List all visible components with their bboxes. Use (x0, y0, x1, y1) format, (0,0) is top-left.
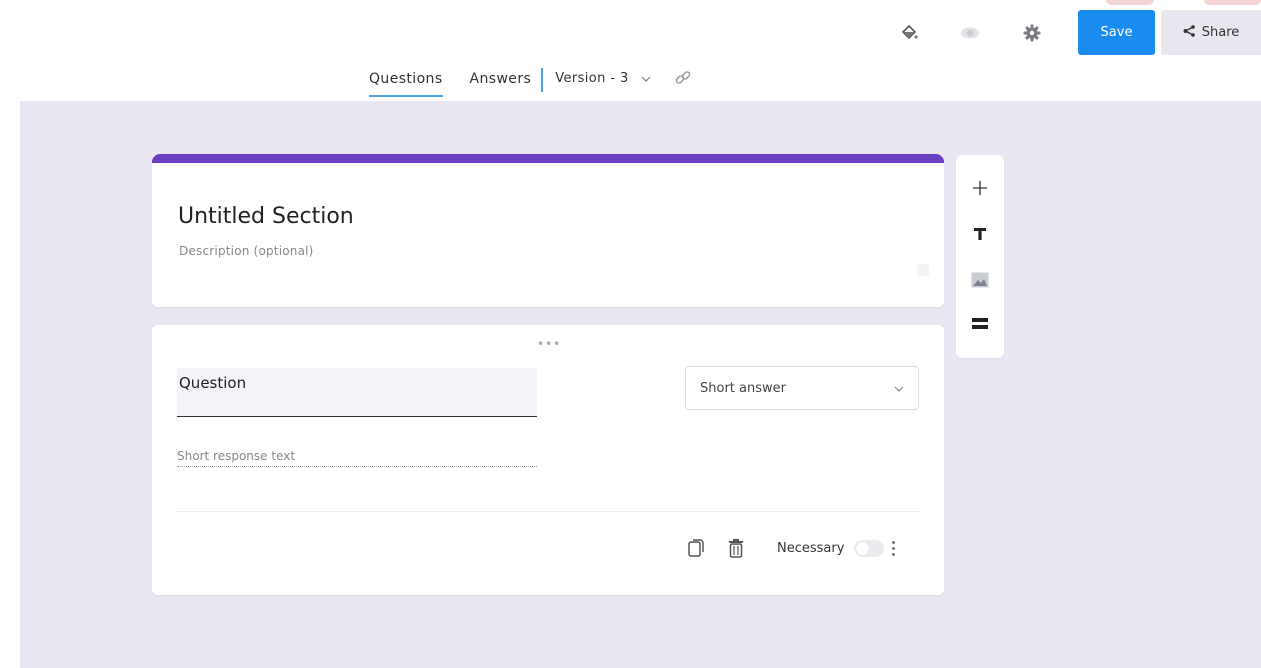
section-divider-icon[interactable] (968, 312, 992, 336)
add-icon[interactable] (968, 176, 992, 200)
question-type-select[interactable]: Short answer (685, 366, 919, 410)
save-button[interactable]: Save (1078, 10, 1155, 55)
paint-bucket-icon[interactable] (898, 22, 920, 44)
tab-divider (541, 68, 544, 92)
question-card[interactable]: ••• Question Short answer Short response… (152, 325, 944, 595)
version-dropdown[interactable]: Version - 3 (555, 71, 651, 86)
question-footer: Necessary (685, 536, 896, 560)
share-icon (1183, 24, 1195, 41)
short-response-placeholder: Short response text (177, 449, 537, 467)
link-icon[interactable] (673, 68, 693, 92)
toggle-knob (856, 541, 870, 555)
share-button[interactable]: Share (1161, 10, 1261, 55)
section-description-field[interactable]: Description (optional) (179, 244, 314, 258)
question-type-label: Short answer (700, 380, 786, 396)
drag-handle-icon[interactable]: ••• (537, 337, 561, 351)
section-card[interactable]: Untitled Section Description (optional) (152, 154, 944, 307)
editor-tabs: Questions Answers Version - 3 (369, 68, 693, 101)
top-indicator (1106, 0, 1154, 5)
share-label: Share (1201, 25, 1240, 40)
chevron-down-icon (894, 381, 904, 396)
version-label: Version - 3 (555, 71, 629, 86)
more-options-icon[interactable] (892, 540, 896, 556)
question-title-input[interactable]: Question (177, 368, 537, 417)
gear-icon[interactable] (1021, 22, 1043, 44)
chevron-down-icon (641, 71, 651, 86)
resize-handle (917, 264, 929, 276)
eye-icon[interactable] (959, 22, 981, 44)
required-toggle[interactable] (854, 539, 885, 557)
divider (177, 511, 919, 512)
tab-questions[interactable]: Questions (369, 71, 443, 97)
required-label: Necessary (777, 540, 845, 556)
copy-icon[interactable] (685, 537, 707, 559)
section-title[interactable]: Untitled Section (178, 204, 354, 229)
trash-icon[interactable] (725, 537, 747, 559)
tab-answers[interactable]: Answers (470, 71, 532, 95)
text-icon[interactable] (968, 222, 992, 246)
image-icon[interactable] (968, 268, 992, 292)
top-indicator (1204, 0, 1261, 5)
side-toolbar (956, 155, 1004, 358)
